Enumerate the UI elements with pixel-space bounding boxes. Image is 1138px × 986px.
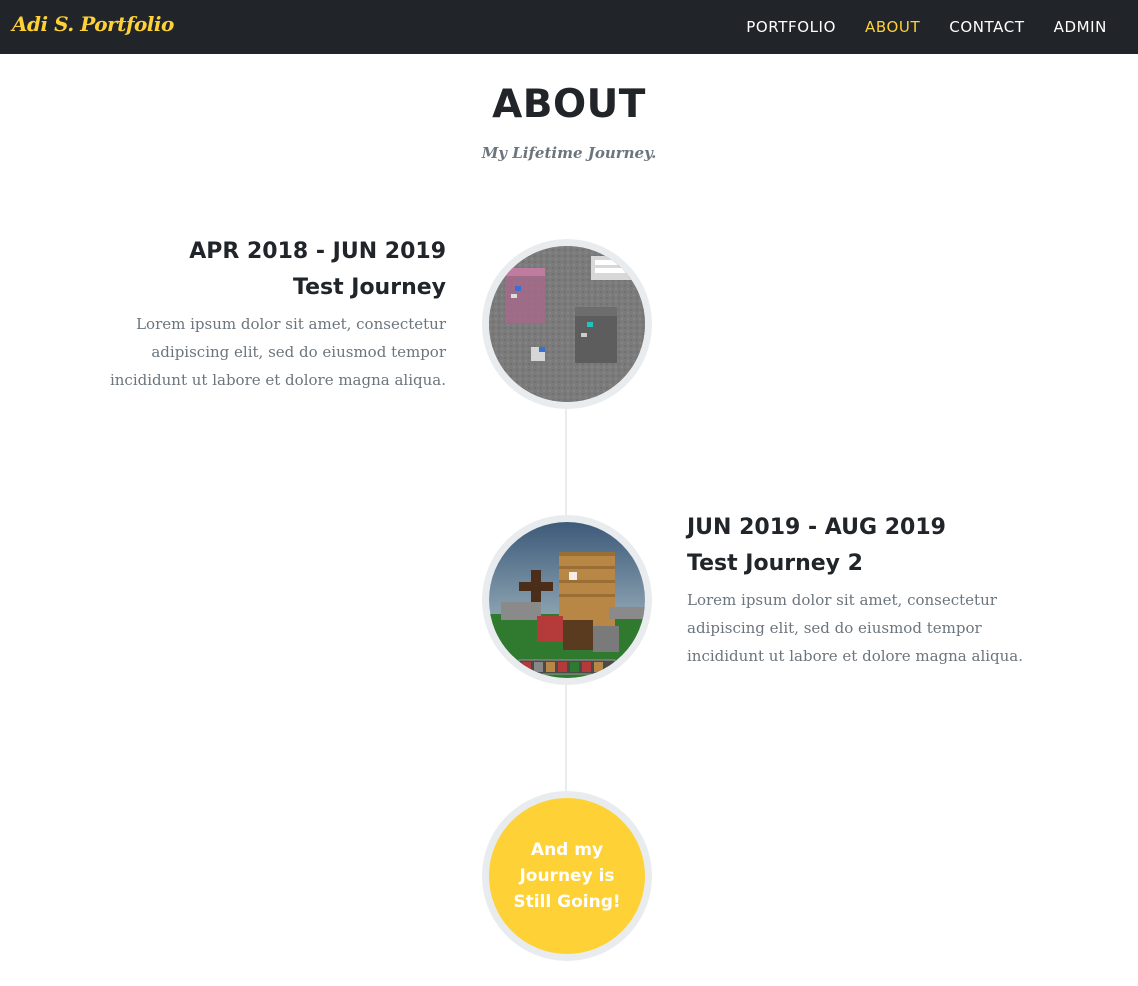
nav-link-portfolio[interactable]: PORTFOLIO — [746, 18, 836, 36]
game-screenshot-thumbnail — [489, 522, 645, 678]
navbar: Adi S. Portfolio PORTFOLIO ABOUT CONTACT… — [0, 0, 1138, 54]
timeline-end-circle: And my Journey is Still Going! — [482, 791, 652, 961]
nav-link-contact[interactable]: CONTACT — [949, 18, 1024, 36]
timeline-image-2 — [482, 515, 652, 685]
entry-date: JUN 2019 - AUG 2019 — [687, 515, 946, 540]
page-subtitle: My Lifetime Journey. — [481, 144, 657, 162]
app-screenshot-thumbnail — [489, 246, 645, 402]
entry-title: Test Journey — [292, 275, 446, 300]
entry-date: APR 2018 - JUN 2019 — [189, 239, 446, 264]
entry-description: Lorem ipsum dolor sit amet, consectetur … — [109, 315, 446, 389]
entry-title: Test Journey 2 — [687, 551, 863, 576]
timeline-entry-1: APR 2018 - JUN 2019 Test Journey Lorem i… — [86, 234, 446, 394]
timeline-entry-2: JUN 2019 - AUG 2019 Test Journey 2 Lorem… — [687, 510, 1047, 670]
timeline-image-1 — [482, 239, 652, 409]
timeline-end-message: And my Journey is Still Going! — [513, 840, 621, 912]
page-title: ABOUT — [492, 82, 646, 127]
nav-link-about[interactable]: ABOUT — [865, 18, 920, 36]
entry-description: Lorem ipsum dolor sit amet, consectetur … — [687, 591, 1024, 665]
nav-link-admin[interactable]: ADMIN — [1054, 18, 1107, 36]
brand-logo[interactable]: Adi S. Portfolio — [12, 12, 174, 36]
nav-links: PORTFOLIO ABOUT CONTACT ADMIN — [717, 18, 1107, 36]
